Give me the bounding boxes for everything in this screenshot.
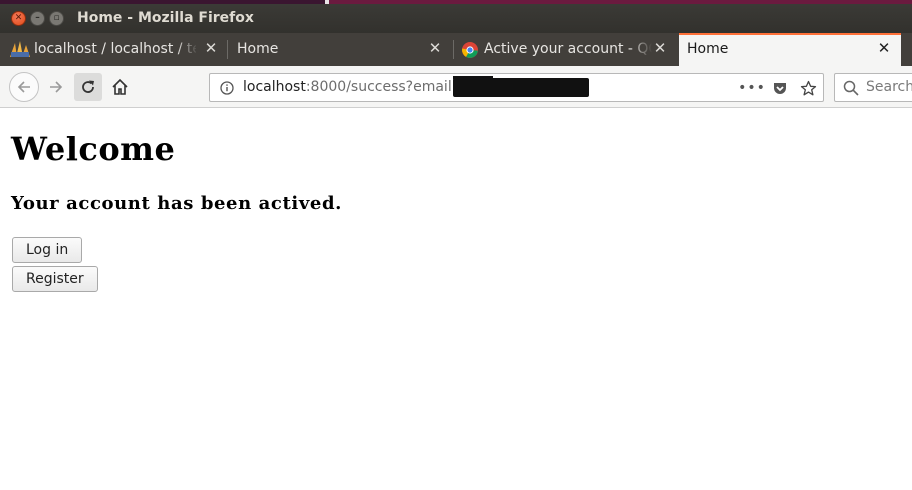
tab-label: Home — [687, 41, 729, 57]
title-bar: ✕ – ▫ Home - Mozilla Firefox — [0, 4, 912, 33]
tab-close-icon[interactable]: ✕ — [427, 39, 443, 57]
tab-label: Active your account - QC — [484, 41, 652, 57]
window-minimize-button[interactable]: – — [30, 11, 45, 26]
tab-home[interactable]: Home ✕ — [228, 33, 454, 66]
page-actions-icon[interactable]: ••• — [738, 79, 765, 97]
home-button[interactable] — [106, 73, 134, 101]
chrome-icon — [462, 42, 478, 58]
window-title: Home - Mozilla Firefox — [77, 10, 254, 26]
redacted-email — [453, 76, 589, 97]
back-arrow-icon — [17, 81, 30, 93]
page-heading: Welcome — [11, 130, 176, 168]
url-text: localhost:8000/success?email= — [243, 79, 463, 95]
navigation-bar: localhost:8000/success?email= ••• Search — [0, 66, 912, 108]
tab-label: Home — [237, 41, 279, 57]
url-path: :8000/success?email= — [305, 79, 464, 95]
tab-phpmyadmin[interactable]: localhost / localhost / te ✕ — [0, 33, 228, 66]
tab-activate-account[interactable]: Active your account - QC ✕ — [454, 33, 678, 66]
search-placeholder: Search — [866, 79, 912, 95]
tab-close-icon[interactable]: ✕ — [876, 39, 892, 57]
search-icon — [842, 79, 860, 97]
activation-message: Your account has been actived. — [11, 193, 343, 214]
close-icon: ✕ — [14, 13, 23, 23]
window-close-button[interactable]: ✕ — [11, 11, 26, 26]
browser-window: ✕ – ▫ Home - Mozilla Firefox localhost /… — [0, 4, 912, 490]
forward-arrow-icon — [50, 81, 63, 93]
home-icon — [112, 78, 128, 95]
tab-label: localhost / localhost / te — [34, 41, 196, 57]
pocket-icon[interactable] — [771, 79, 789, 97]
forward-button[interactable] — [42, 73, 70, 101]
bookmark-star-icon[interactable] — [799, 79, 817, 97]
phpmyadmin-icon — [10, 41, 30, 57]
minimize-icon: – — [35, 13, 40, 23]
tab-home-active[interactable]: Home ✕ — [679, 33, 901, 66]
window-maximize-button[interactable]: ▫ — [49, 11, 64, 26]
tab-strip: localhost / localhost / te ✕ Home ✕ Acti… — [0, 33, 912, 66]
info-icon[interactable] — [218, 79, 236, 97]
reload-button[interactable] — [74, 73, 102, 101]
url-bar[interactable]: localhost:8000/success?email= ••• — [209, 73, 824, 102]
register-button[interactable]: Register — [12, 266, 98, 292]
page-content: Welcome Your account has been actived. L… — [0, 109, 912, 490]
url-host: localhost — [243, 79, 306, 95]
reload-icon — [82, 80, 94, 93]
search-bar[interactable]: Search — [834, 73, 912, 102]
login-button[interactable]: Log in — [12, 237, 83, 263]
maximize-icon: ▫ — [53, 13, 60, 23]
tab-close-icon[interactable]: ✕ — [652, 39, 668, 57]
tab-close-icon[interactable]: ✕ — [203, 39, 219, 57]
back-button[interactable] — [9, 72, 39, 102]
